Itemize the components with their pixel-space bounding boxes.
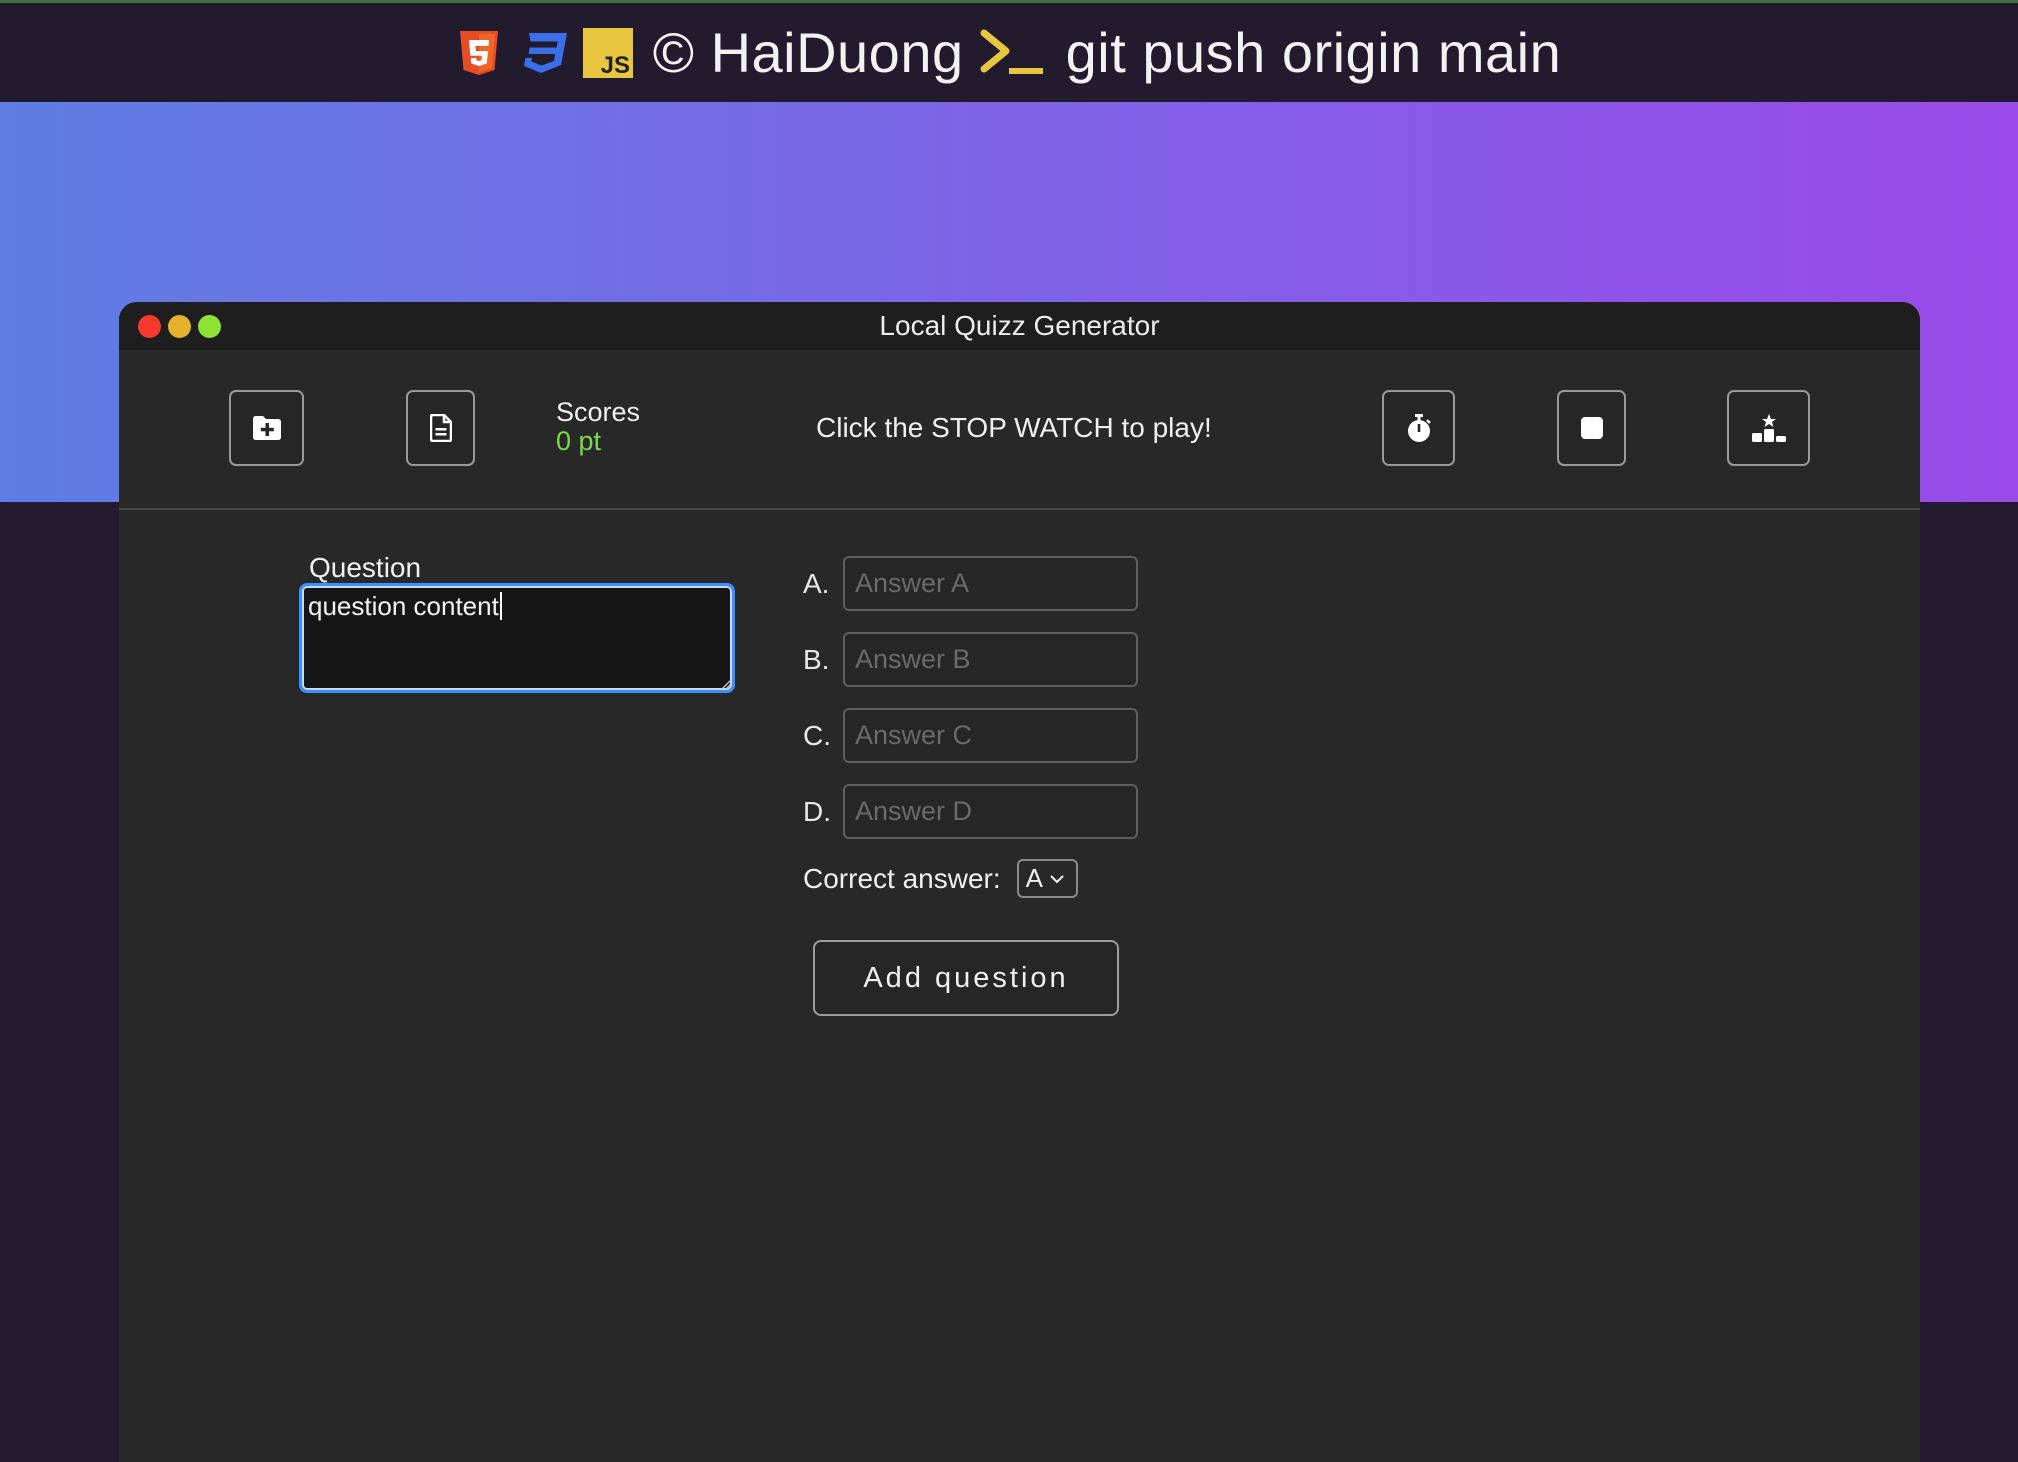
correct-answer-select[interactable]: A [1016,859,1078,898]
scores-label: Scores [556,397,641,427]
podium-icon [1751,414,1786,442]
answer-row-b: B. Answer B [803,632,1138,687]
stop-button[interactable] [1557,390,1626,466]
answer-letter: C. [803,719,831,751]
scores-panel: Scores 0 pt [556,398,640,456]
javascript-icon: JS [582,27,633,78]
correct-answer-label: Correct answer: [803,862,1001,894]
text-caret [499,592,502,620]
toolbar: Scores 0 pt Click the STOP WATCH to play… [119,350,1920,510]
answer-b-placeholder: Answer B [855,644,971,674]
stopwatch-icon [1407,414,1431,442]
answer-c-input[interactable]: Answer C [843,708,1138,763]
answer-a-placeholder: Answer A [855,568,970,598]
maximize-window-button[interactable] [198,315,221,338]
answer-row-d: D. Answer D [803,784,1138,839]
question-label: Question [309,552,422,583]
play-hint: Click the STOP WATCH to play! [816,412,1212,443]
window-titlebar: Local Quizz Generator [119,302,1920,350]
git-command-text: git push origin main [1065,21,1562,84]
folder-plus-icon [252,416,281,440]
stopwatch-button[interactable] [1382,390,1455,466]
window-title: Local Quizz Generator [879,310,1160,341]
credit-text: © HaiDuong [652,21,964,84]
svg-text:JS: JS [600,52,629,78]
answer-d-input[interactable]: Answer D [843,784,1138,839]
answer-letter: B. [803,643,830,675]
app-window: Local Quizz Generator Scores 0 pt Click … [119,302,1920,1462]
answer-letter: D. [803,795,831,827]
close-window-button[interactable] [138,315,161,338]
question-text: question content [308,591,499,621]
html5-icon [457,29,501,77]
leaderboard-button[interactable] [1727,390,1810,466]
correct-answer-row: Correct answer: A [803,859,1078,898]
answer-row-c: C. Answer C [803,708,1138,763]
chevron-down-icon [1050,874,1064,883]
add-question-button[interactable]: Add question [813,940,1119,1016]
minimize-window-button[interactable] [168,315,191,338]
new-quiz-button[interactable] [229,390,304,466]
scores-value: 0 pt [556,426,602,456]
terminal-icon [978,27,1046,79]
answer-b-input[interactable]: Answer B [843,632,1138,687]
credit-bar: JS © HaiDuong git push origin main [0,0,2018,102]
css3-icon [515,29,569,77]
answer-d-placeholder: Answer D [855,796,973,826]
answer-row-a: A. Answer A [803,556,1138,611]
question-textarea[interactable]: question content [299,583,735,693]
stop-icon [1580,417,1603,439]
answer-letter: A. [803,567,830,599]
file-text-icon [429,414,452,442]
open-file-button[interactable] [406,390,475,466]
answer-c-placeholder: Answer C [855,720,973,750]
resize-grip-icon[interactable] [720,678,732,690]
correct-answer-value: A [1025,863,1043,893]
answer-a-input[interactable]: Answer A [843,556,1138,611]
